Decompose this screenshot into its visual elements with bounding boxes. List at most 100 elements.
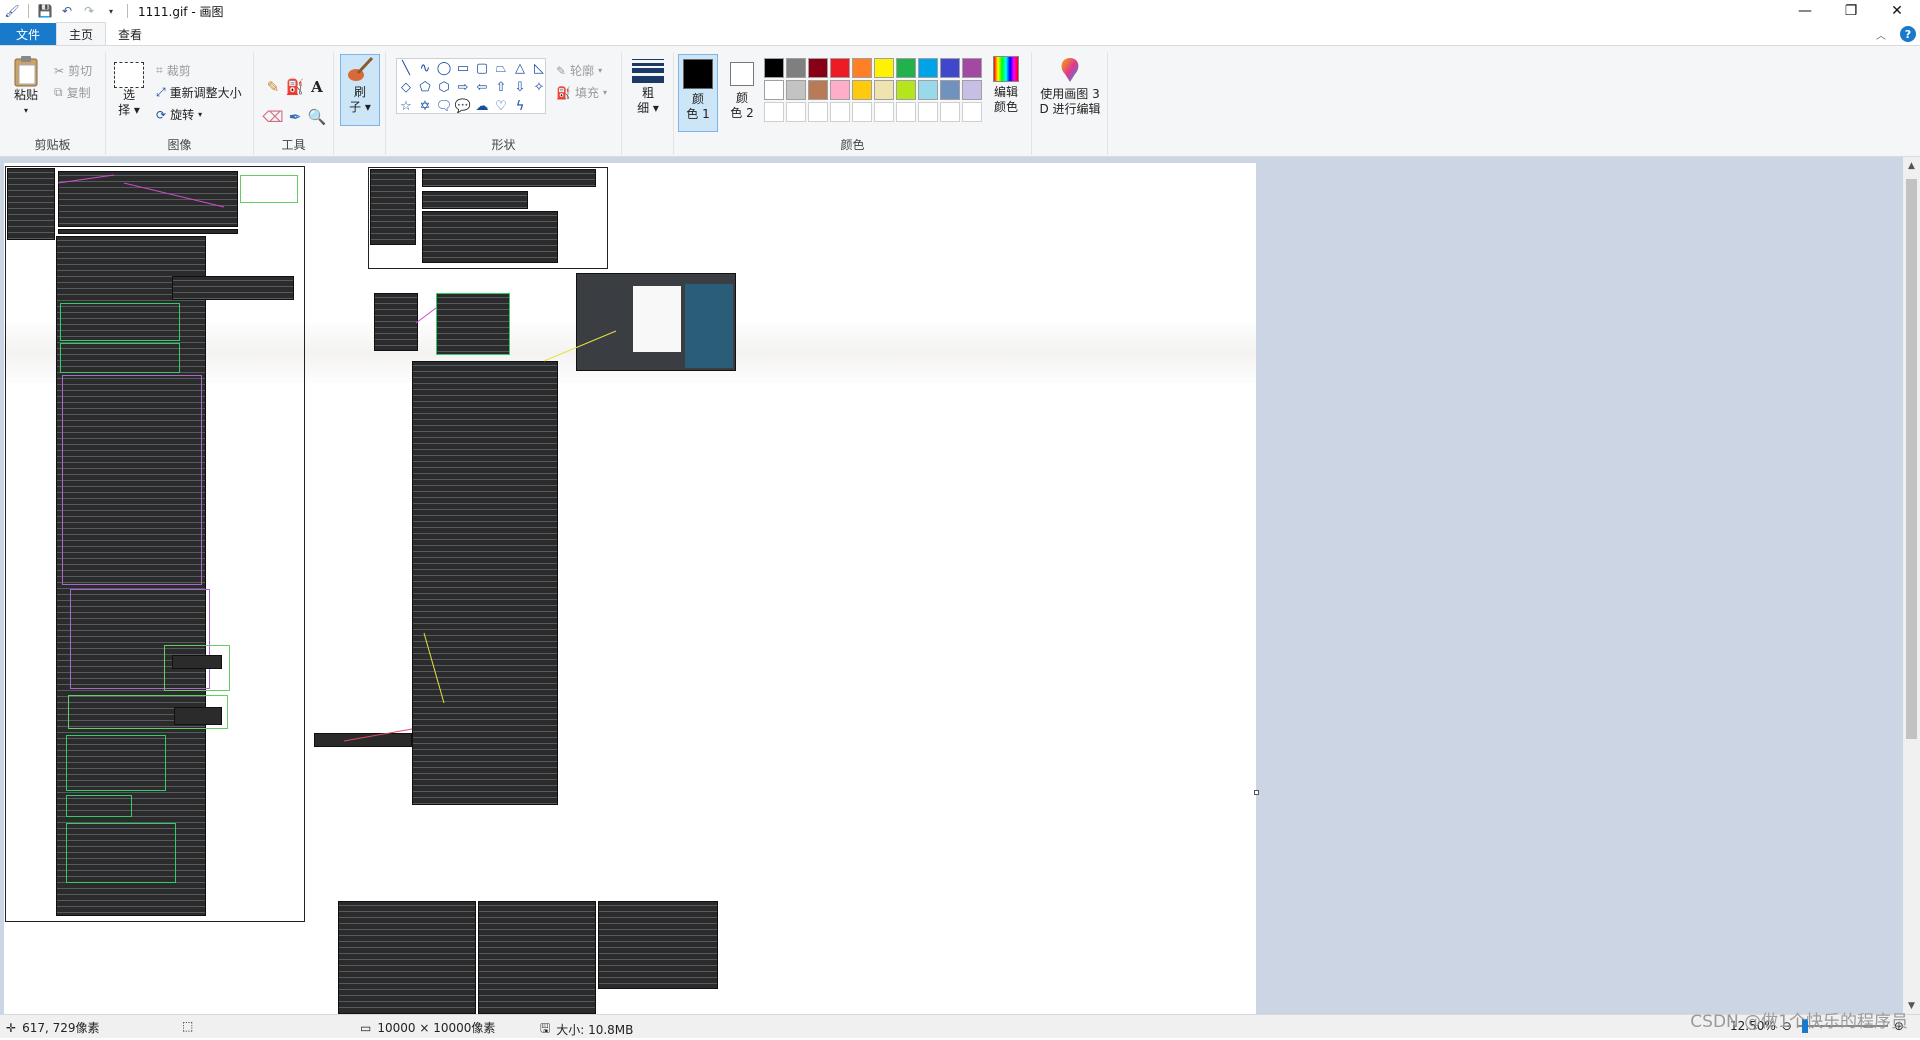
custom-color-slot[interactable]	[808, 102, 828, 122]
color2-button[interactable]: 颜 色 2	[722, 54, 762, 132]
color-swatch[interactable]	[962, 80, 982, 100]
color-swatch[interactable]	[940, 80, 960, 100]
tab-view[interactable]: 查看	[106, 23, 154, 45]
hexagon-shape-icon[interactable]: ⬡	[435, 78, 453, 97]
color-swatch[interactable]	[808, 58, 828, 78]
select-label-2: 择 ▾	[118, 103, 140, 117]
color-swatch[interactable]	[764, 80, 784, 100]
custom-color-slot[interactable]	[764, 102, 784, 122]
text-icon[interactable]: A	[306, 72, 328, 102]
color-swatch[interactable]	[874, 80, 894, 100]
window-title: 1111.gif - 画图	[138, 4, 224, 19]
oval-callout-shape-icon[interactable]: 💬	[454, 97, 472, 116]
left-arrow-shape-icon[interactable]: ⇦	[473, 78, 491, 97]
color-swatch[interactable]	[852, 80, 872, 100]
restore-button[interactable]: ❐	[1828, 0, 1874, 22]
custom-color-slot[interactable]	[940, 102, 960, 122]
outline-button[interactable]: ✎ 轮廓 ▾	[556, 62, 602, 79]
color-swatch[interactable]	[874, 58, 894, 78]
pentagon-shape-icon[interactable]: ⬠	[416, 78, 434, 97]
save-icon[interactable]: 💾	[37, 3, 53, 19]
canvas-workspace[interactable]: ▲ ▼	[0, 157, 1920, 1014]
rounded-rectangle-shape-icon[interactable]: ▢	[473, 59, 491, 78]
pencil-icon[interactable]: ✎	[262, 72, 284, 102]
polygon-shape-icon[interactable]: ⏢	[492, 59, 510, 78]
edit-colors-button[interactable]: 编辑 颜色	[984, 56, 1028, 115]
right-arrow-shape-icon[interactable]: ⇨	[454, 78, 472, 97]
right-triangle-shape-icon[interactable]: ◺	[530, 59, 548, 78]
rectangle-shape-icon[interactable]: ▭	[454, 59, 472, 78]
color-swatch[interactable]	[786, 80, 806, 100]
color-swatch[interactable]	[830, 58, 850, 78]
help-icon[interactable]: ?	[1900, 26, 1916, 42]
size-button[interactable]: 粗 细 ▾	[630, 56, 666, 116]
scroll-up-icon[interactable]: ▲	[1903, 157, 1920, 174]
tab-home[interactable]: 主页	[56, 22, 107, 45]
color-picker-icon[interactable]: ✒	[284, 102, 306, 132]
fill-bucket-icon[interactable]: ⛽	[284, 72, 306, 102]
color-swatch[interactable]	[808, 80, 828, 100]
cut-button[interactable]: ✂ 剪切	[54, 62, 92, 79]
oval-shape-icon[interactable]: ◯	[435, 59, 453, 78]
color-swatch[interactable]	[962, 58, 982, 78]
color-swatch[interactable]	[830, 80, 850, 100]
rotate-button[interactable]: ⟳ 旋转 ▾	[156, 106, 202, 123]
rect-callout-shape-icon[interactable]: 🗨	[435, 97, 453, 116]
paint3d-button[interactable]: 使用画图 3 D 进行编辑	[1036, 56, 1104, 117]
color-swatch[interactable]	[940, 58, 960, 78]
canvas-size-text: 10000 × 10000像素	[377, 1021, 496, 1035]
curve-shape-icon[interactable]: ∿	[416, 59, 434, 78]
heart-shape-icon[interactable]: ♡	[492, 97, 510, 116]
paste-button[interactable]: 粘贴 ▾	[8, 54, 44, 118]
tab-file[interactable]: 文件	[0, 23, 57, 45]
canvas-resize-handle[interactable]	[1254, 790, 1259, 795]
custom-color-slot[interactable]	[852, 102, 872, 122]
vertical-scrollbar[interactable]: ▲ ▼	[1903, 157, 1920, 1014]
custom-color-slot[interactable]	[830, 102, 850, 122]
lightning-shape-icon[interactable]: ϟ	[511, 97, 529, 116]
close-button[interactable]: ✕	[1874, 0, 1920, 22]
color1-button[interactable]: 颜 色 1	[678, 54, 718, 132]
color-swatch[interactable]	[896, 58, 916, 78]
cloud-callout-shape-icon[interactable]: ☁	[473, 97, 491, 116]
eraser-icon[interactable]: ⌫	[262, 102, 284, 132]
color-swatch[interactable]	[918, 58, 938, 78]
triangle-shape-icon[interactable]: △	[511, 59, 529, 78]
down-arrow-shape-icon[interactable]: ⇩	[511, 78, 529, 97]
diamond-shape-icon[interactable]: ◇	[397, 78, 415, 97]
collapse-ribbon-icon[interactable]: ︿	[1876, 27, 1886, 42]
scrollbar-thumb[interactable]	[1906, 179, 1917, 739]
minimize-button[interactable]: —	[1782, 0, 1828, 22]
line-shape-icon[interactable]: ╲	[397, 59, 415, 78]
color-swatch[interactable]	[896, 80, 916, 100]
fill-button[interactable]: ⛽ 填充 ▾	[556, 84, 607, 101]
copy-button[interactable]: ⧉ 复制	[54, 84, 91, 101]
undo-icon[interactable]: ↶	[59, 3, 75, 19]
shapes-gallery[interactable]: ╲ ∿ ◯ ▭ ▢ ⏢ △ ◺ ◇ ⬠ ⬡ ⇨ ⇦ ⇧ ⇩ ✧ ☆ ✡ 🗨 💬 …	[396, 58, 546, 114]
custom-color-slot[interactable]	[962, 102, 982, 122]
magnifier-icon[interactable]: 🔍	[306, 102, 328, 132]
resize-button[interactable]: ⤢ 重新调整大小	[156, 84, 242, 101]
five-point-star-shape-icon[interactable]: ☆	[397, 97, 415, 116]
crop-button[interactable]: ⌗ 裁剪	[156, 62, 191, 79]
up-arrow-shape-icon[interactable]: ⇧	[492, 78, 510, 97]
six-point-star-shape-icon[interactable]: ✡	[416, 97, 434, 116]
color-swatch[interactable]	[786, 58, 806, 78]
select-button[interactable]: 选 择 ▾	[112, 62, 146, 118]
paint3d-label-1: 使用画图 3	[1040, 87, 1100, 101]
color-swatch[interactable]	[852, 58, 872, 78]
custom-color-slot[interactable]	[874, 102, 894, 122]
custom-color-slot[interactable]	[896, 102, 916, 122]
redo-icon[interactable]: ↷	[81, 3, 97, 19]
four-point-star-shape-icon[interactable]: ✧	[530, 78, 548, 97]
color-swatch[interactable]	[918, 80, 938, 100]
custom-color-slot[interactable]	[918, 102, 938, 122]
brushes-button[interactable]: 刷 子 ▾	[340, 54, 380, 126]
paste-dropdown-icon: ▾	[23, 106, 28, 115]
customize-qat-icon[interactable]: ▾	[103, 3, 119, 19]
drawing-canvas[interactable]	[4, 163, 1259, 1014]
custom-color-slot[interactable]	[786, 102, 806, 122]
color-swatch[interactable]	[764, 58, 784, 78]
paint-app-icon[interactable]: 🖌	[4, 3, 20, 19]
cursor-position-icon: ✛	[6, 1020, 17, 1035]
